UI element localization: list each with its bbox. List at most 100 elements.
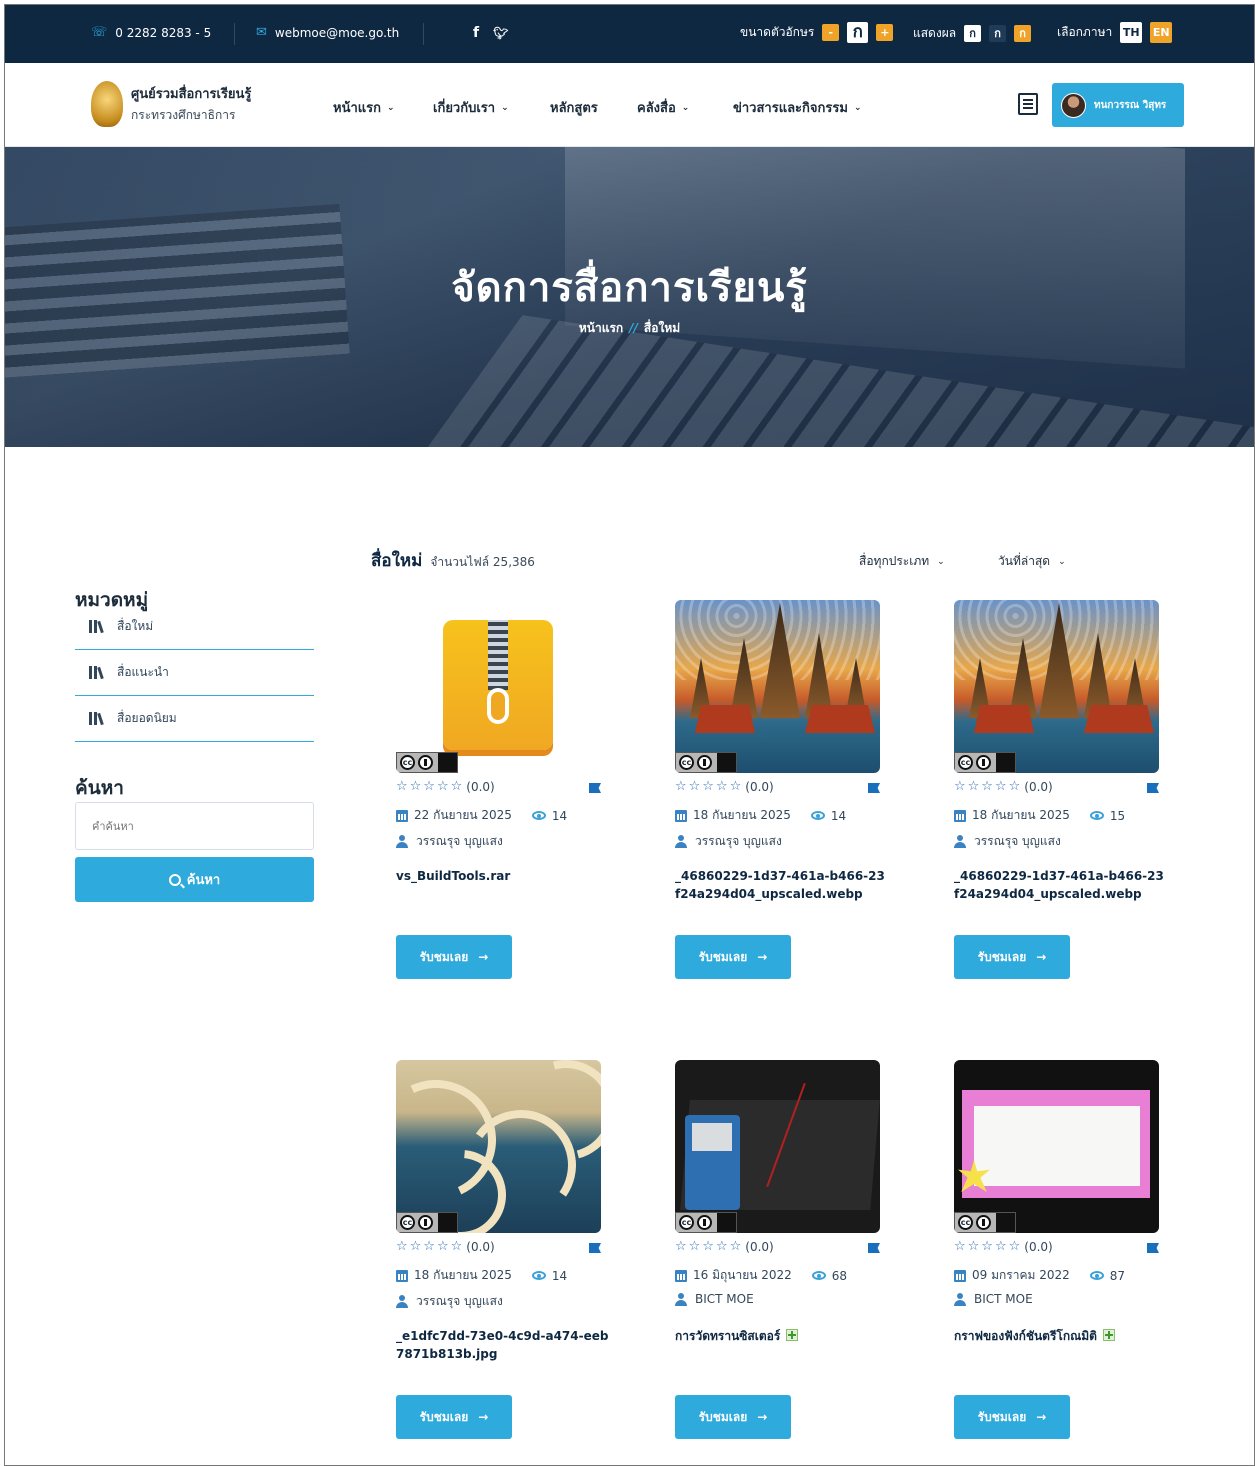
view-now-button[interactable]: รับชมเลย → — [396, 1395, 512, 1439]
report-flag-icon[interactable] — [589, 1243, 601, 1253]
language-control: เลือกภาษา TH EN — [1057, 22, 1173, 43]
author-name: วรรณรุจ บุญแสง — [416, 1294, 503, 1308]
arrow-right-icon: → — [1036, 950, 1047, 964]
site-logo[interactable]: ศูนย์รวมสื่อการเรียนรู้ กระทรวงศึกษาธิกา… — [91, 81, 251, 127]
star-rating-icon[interactable]: ☆☆☆☆☆ — [954, 1239, 1022, 1254]
nav-item-news[interactable]: ข่าวสารและกิจกรรม ⌄ — [733, 97, 861, 118]
media-thumbnail[interactable]: cc — [675, 600, 880, 773]
view-now-button[interactable]: รับชมเลย → — [396, 935, 512, 979]
card-meta: 09 มกราคม 2022 87 — [954, 1266, 1125, 1285]
display-normal-button[interactable]: ก — [964, 25, 982, 42]
twitter-icon[interactable]: 🐦︎ — [493, 26, 508, 40]
user-profile-button[interactable]: ทนกวรรณ วิสุทร — [1052, 83, 1184, 127]
view-now-button[interactable]: รับชมเลย → — [954, 1395, 1070, 1439]
arrow-right-icon: → — [757, 950, 768, 964]
add-icon[interactable] — [1102, 1329, 1115, 1341]
file-name[interactable]: vs_BuildTools.rar — [396, 867, 611, 885]
media-thumbnail[interactable]: cc — [675, 1060, 880, 1233]
attribution-icon — [697, 755, 712, 770]
email-contact[interactable]: ✉ webmoe@moe.go.th — [256, 25, 399, 40]
nav-item-about[interactable]: เกี่ยวกับเรา ⌄ — [433, 97, 509, 118]
star-rating-icon[interactable]: ☆☆☆☆☆ — [675, 1239, 743, 1254]
chevron-down-icon: ⌄ — [853, 102, 862, 113]
page-title: จัดการสื่อการเรียนรู้ — [451, 265, 808, 311]
category-label: สื่อแนะนำ — [117, 665, 169, 679]
report-flag-icon[interactable] — [868, 1243, 880, 1253]
email-address: webmoe@moe.go.th — [274, 25, 400, 40]
search-icon — [168, 873, 181, 886]
report-flag-icon[interactable] — [868, 783, 880, 793]
cc-icon: cc — [400, 1215, 415, 1230]
arrow-right-icon: → — [1036, 1410, 1047, 1424]
media-thumbnail[interactable]: cc — [954, 600, 1159, 773]
view-now-label: รับชมเลย — [419, 1409, 469, 1424]
media-thumbnail[interactable]: cc — [396, 600, 601, 773]
cc-by-label — [717, 753, 736, 772]
view-now-button[interactable]: รับชมเลย → — [954, 935, 1070, 979]
star-rating-icon[interactable]: ☆☆☆☆☆ — [396, 1239, 464, 1254]
search-input[interactable] — [75, 802, 314, 850]
display-yellow-button[interactable]: ก — [1014, 25, 1032, 42]
facebook-icon[interactable]: f — [473, 25, 479, 41]
media-thumbnail[interactable]: cc — [954, 1060, 1159, 1233]
language-th-button[interactable]: TH — [1120, 22, 1143, 43]
font-size-label: ขนาดตัวอักษร — [740, 25, 815, 39]
file-name[interactable]: กราฟของฟังก์ชันตรีโกณมิติ — [954, 1327, 1169, 1345]
font-increase-button[interactable]: + — [876, 24, 894, 41]
category-item-new[interactable]: สื่อใหม่ — [75, 604, 314, 650]
creative-commons-badge: cc — [675, 1212, 737, 1233]
search-button-label: ค้นหา — [186, 873, 221, 888]
category-item-popular[interactable]: สื่อยอดนิยม — [75, 696, 314, 742]
card-author: วรรณรุจ บุญแสง — [954, 832, 1061, 851]
file-name[interactable]: _e1dfc7dd-73e0-4c9d-a474-eeb7871b813b.jp… — [396, 1327, 611, 1363]
upload-date: 16 มิถุนายน 2022 — [693, 1268, 792, 1282]
file-name[interactable]: การวัดทรานซิสเตอร์ — [675, 1327, 890, 1345]
report-flag-icon[interactable] — [1147, 1243, 1159, 1253]
ministry-emblem-icon — [91, 81, 123, 127]
top-bar: ☏ 0 2282 8283 - 5 ✉ webmoe@moe.go.th f 🐦… — [5, 5, 1254, 63]
nav-item-curriculum[interactable]: หลักสูตร — [550, 97, 598, 118]
display-contrast-button[interactable]: ก — [989, 25, 1007, 42]
temple-art — [1084, 705, 1154, 733]
report-flag-icon[interactable] — [1147, 783, 1159, 793]
view-now-button[interactable]: รับชมเลย → — [675, 1395, 791, 1439]
file-name[interactable]: _46860229-1d37-461a-b466-23f24a294d04_up… — [675, 867, 890, 903]
view-now-button[interactable]: รับชมเลย → — [675, 935, 791, 979]
file-name-text: vs_BuildTools.rar — [396, 869, 511, 883]
user-icon — [675, 1292, 687, 1306]
font-normal-button[interactable]: ก — [847, 22, 869, 43]
eye-icon — [531, 811, 546, 820]
upload-date: 22 กันยายน 2025 — [414, 808, 512, 822]
cc-icon: cc — [400, 755, 415, 770]
sort-dropdown[interactable]: วันที่ล่าสุด ⌄ — [998, 552, 1066, 571]
type-filter-dropdown[interactable]: สื่อทุกประเภท ⌄ — [859, 552, 945, 571]
file-name[interactable]: _46860229-1d37-461a-b466-23f24a294d04_up… — [954, 867, 1169, 903]
phone-contact[interactable]: ☏ 0 2282 8283 - 5 — [91, 25, 211, 40]
search-heading: ค้นหา — [75, 777, 124, 799]
user-icon — [675, 835, 687, 848]
calendar-icon — [675, 1269, 687, 1282]
font-decrease-button[interactable]: - — [822, 24, 840, 41]
book-icon[interactable] — [1018, 93, 1038, 115]
user-icon — [396, 835, 408, 848]
language-en-button[interactable]: EN — [1150, 22, 1173, 43]
nav-item-home[interactable]: หน้าแรก ⌄ — [333, 97, 395, 118]
author-name: BICT MOE — [695, 1292, 754, 1306]
hero-banner: จัดการสื่อการเรียนรู้ หน้าแรก // สื่อใหม่ — [5, 147, 1254, 447]
media-thumbnail[interactable]: cc — [396, 1060, 601, 1233]
star-rating-icon[interactable]: ☆☆☆☆☆ — [954, 779, 1022, 794]
star-rating-icon[interactable]: ☆☆☆☆☆ — [675, 779, 743, 794]
upload-date: 09 มกราคม 2022 — [972, 1268, 1070, 1282]
rating: ☆☆☆☆☆ (0.0) — [675, 779, 880, 794]
chevron-down-icon: ⌄ — [501, 102, 509, 113]
breadcrumb-home-link[interactable]: หน้าแรก — [579, 321, 623, 335]
add-icon[interactable] — [786, 1329, 799, 1341]
category-item-recommended[interactable]: สื่อแนะนำ — [75, 650, 314, 696]
search-button[interactable]: ค้นหา — [75, 857, 314, 902]
cc-by-label — [438, 753, 457, 772]
star-rating-icon[interactable]: ☆☆☆☆☆ — [396, 779, 464, 794]
nav-item-media-library[interactable]: คลังสื่อ ⌄ — [637, 97, 689, 118]
breadcrumb-current: สื่อใหม่ — [643, 321, 681, 335]
user-icon — [396, 1295, 408, 1308]
report-flag-icon[interactable] — [589, 783, 601, 793]
